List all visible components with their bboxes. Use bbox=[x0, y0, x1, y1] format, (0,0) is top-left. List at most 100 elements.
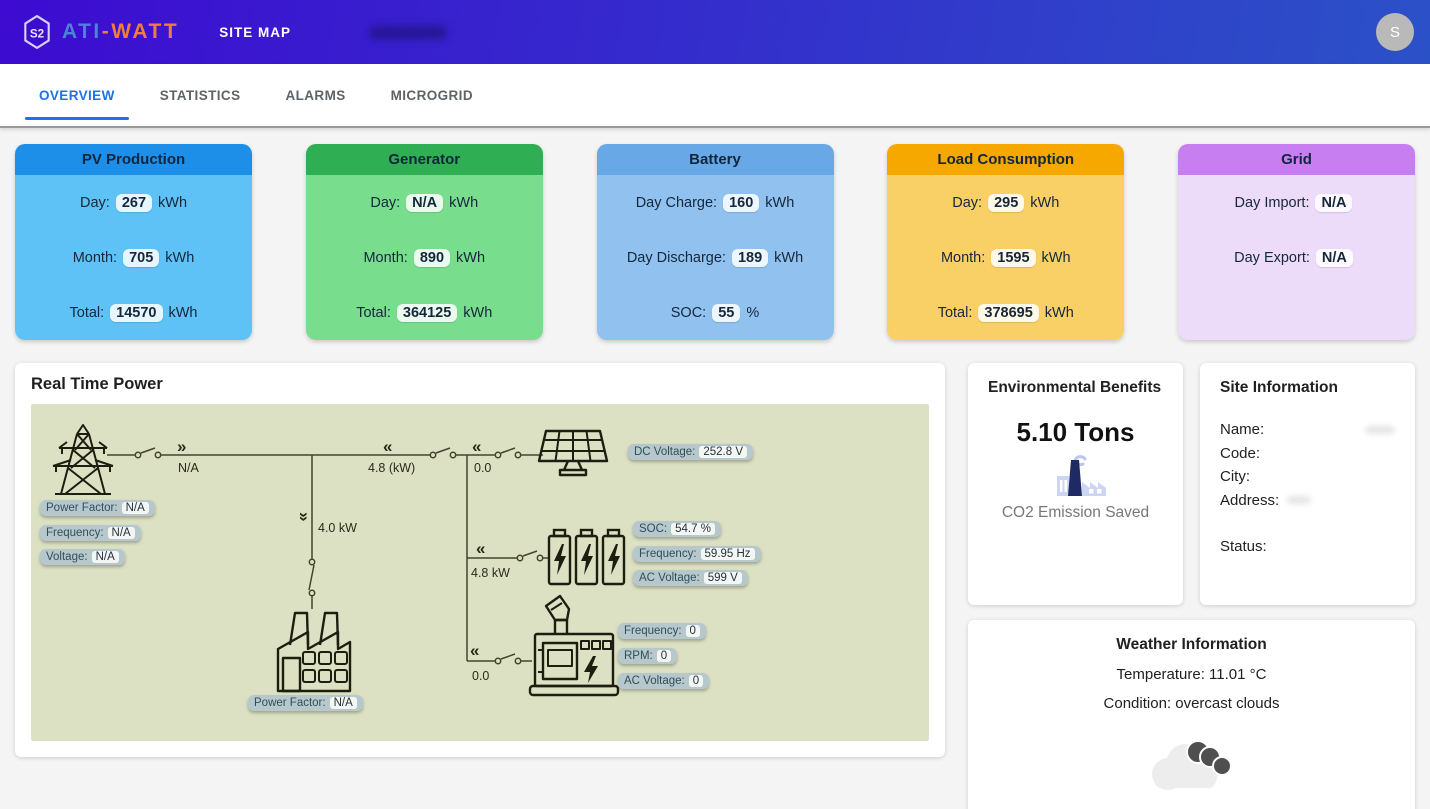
stat-line: Total:378695kWh bbox=[887, 285, 1124, 340]
load-flow-arrow: » bbox=[295, 512, 314, 521]
environmental-benefits-title: Environmental Benefits bbox=[988, 379, 1163, 397]
right-column: Environmental Benefits 5.10 Tons CO2 Emi bbox=[968, 363, 1415, 809]
stat-value: N/A bbox=[1316, 249, 1353, 267]
redacted-value bbox=[1287, 496, 1311, 504]
site-information-card: Site Information Name: Code: City: Addre… bbox=[1200, 363, 1415, 605]
generator-rpm-badge: RPM:0 bbox=[618, 648, 677, 664]
co2-saved-caption: CO2 Emission Saved bbox=[988, 504, 1163, 522]
active-tab-underline bbox=[25, 117, 129, 120]
stat-value: N/A bbox=[1315, 194, 1352, 212]
stat-line: Day:N/AkWh bbox=[306, 175, 543, 230]
brand-name: ATI-WATT bbox=[62, 20, 179, 44]
battery-flow-arrow: « bbox=[476, 539, 485, 558]
stat-value: 189 bbox=[732, 249, 768, 267]
stat-card-row: PV Production Day:267kWh Month:705kWh To… bbox=[15, 144, 1415, 340]
generator-frequency-badge: Frequency:0 bbox=[618, 623, 706, 639]
real-time-power-card: Real Time Power bbox=[15, 363, 945, 757]
site-address-row: Address: bbox=[1220, 489, 1395, 513]
stat-line: Total:364125kWh bbox=[306, 285, 543, 340]
grid-frequency-badge: Frequency:N/A bbox=[40, 525, 141, 541]
hexagon-logo-icon: S2 bbox=[22, 15, 52, 49]
grid-flow-arrow: » bbox=[177, 437, 186, 456]
stat-value: 295 bbox=[988, 194, 1024, 212]
stat-line: Day Charge:160kWh bbox=[597, 175, 834, 230]
bus-flow-value: 4.8 (kW) bbox=[368, 461, 415, 475]
grid-card-title: Grid bbox=[1178, 144, 1415, 175]
grid-card: Grid Day Import:N/A Day Export:N/A bbox=[1178, 144, 1415, 340]
page-title: SITE MAP bbox=[219, 25, 291, 40]
real-time-power-title: Real Time Power bbox=[31, 375, 929, 394]
bus-flow-arrow: « bbox=[383, 437, 392, 456]
generator-icon bbox=[530, 596, 618, 695]
weather-information-title: Weather Information bbox=[984, 636, 1399, 654]
stat-value: 267 bbox=[116, 194, 152, 212]
brand-logo[interactable]: S2 ATI-WATT bbox=[22, 15, 179, 49]
weather-information-card: Weather Information Temperature: 11.01 °… bbox=[968, 620, 1415, 809]
stat-line: Day Discharge:189kWh bbox=[597, 230, 834, 285]
tab-overview-label: OVERVIEW bbox=[39, 88, 115, 103]
site-name-row: Name: bbox=[1220, 418, 1395, 442]
co2-saved-amount: 5.10 Tons bbox=[988, 417, 1163, 448]
tab-statistics[interactable]: STATISTICS bbox=[146, 64, 255, 126]
stat-line: SOC:55% bbox=[597, 285, 834, 340]
load-flow-value: 4.0 kW bbox=[318, 521, 357, 535]
battery-bank-icon bbox=[549, 530, 624, 584]
user-avatar[interactable]: S bbox=[1376, 13, 1414, 51]
pv-production-card-title: PV Production bbox=[15, 144, 252, 175]
grid-flow-value: N/A bbox=[178, 461, 200, 475]
stat-line: Day Import:N/A bbox=[1178, 175, 1415, 230]
pv-flow-arrow: « bbox=[472, 437, 481, 456]
generator-ac-voltage-badge: AC Voltage:0 bbox=[618, 673, 709, 689]
stat-line: Day:267kWh bbox=[15, 175, 252, 230]
site-status-row: Status: bbox=[1220, 535, 1395, 559]
redacted-site-name bbox=[369, 26, 447, 39]
eco-factory-icon bbox=[988, 452, 1163, 500]
stat-value: 890 bbox=[414, 249, 450, 267]
stat-line: Total:14570kWh bbox=[15, 285, 252, 340]
stat-value: 55 bbox=[712, 304, 740, 322]
stat-line: Day:295kWh bbox=[887, 175, 1124, 230]
load-consumption-card-title: Load Consumption bbox=[887, 144, 1124, 175]
brand-ati: ATI bbox=[62, 20, 102, 43]
generator-card: Generator Day:N/AkWh Month:890kWh Total:… bbox=[306, 144, 543, 340]
stat-value: 1595 bbox=[991, 249, 1035, 267]
topbar: S2 ATI-WATT SITE MAP S bbox=[0, 0, 1430, 64]
stat-value: 160 bbox=[723, 194, 759, 212]
site-information-title: Site Information bbox=[1220, 379, 1395, 397]
generator-flow-value: 0.0 bbox=[472, 669, 489, 683]
tab-microgrid-label: MICROGRID bbox=[391, 88, 473, 103]
tab-overview[interactable]: OVERVIEW bbox=[25, 64, 129, 126]
weather-condition: Condition: overcast clouds bbox=[984, 695, 1399, 712]
site-city-row: City: bbox=[1220, 465, 1395, 489]
tab-alarms[interactable]: ALARMS bbox=[271, 64, 359, 126]
stat-line: Day Export:N/A bbox=[1178, 230, 1415, 285]
pv-production-card: PV Production Day:267kWh Month:705kWh To… bbox=[15, 144, 252, 340]
weather-temperature: Temperature: 11.01 °C bbox=[984, 666, 1399, 683]
stat-line: Month:1595kWh bbox=[887, 230, 1124, 285]
single-line-diagram: » N/A « 4.8 (kW) « 0.0 » 4.0 kW « 4.8 kW… bbox=[31, 404, 929, 741]
solar-panel-icon bbox=[539, 431, 607, 475]
main-content: Real Time Power bbox=[15, 363, 1415, 809]
grid-voltage-badge: Voltage:N/A bbox=[40, 549, 125, 565]
pv-flow-value: 0.0 bbox=[474, 461, 491, 475]
load-power-factor-badge: Power Factor:N/A bbox=[248, 695, 363, 711]
environmental-benefits-card: Environmental Benefits 5.10 Tons CO2 Emi bbox=[968, 363, 1183, 605]
factory-load-icon bbox=[278, 613, 350, 691]
battery-card-title: Battery bbox=[597, 144, 834, 175]
generator-card-title: Generator bbox=[306, 144, 543, 175]
battery-frequency-badge: Frequency:59.95 Hz bbox=[633, 546, 761, 562]
pv-dc-voltage-badge: DC Voltage:252.8 V bbox=[628, 444, 753, 460]
stat-value: 378695 bbox=[978, 304, 1038, 322]
tab-microgrid[interactable]: MICROGRID bbox=[377, 64, 487, 126]
redacted-value bbox=[1365, 426, 1395, 434]
tab-alarms-label: ALARMS bbox=[285, 88, 345, 103]
battery-soc-badge: SOC:54.7 % bbox=[633, 521, 721, 537]
logo-text: S2 bbox=[30, 27, 45, 40]
stat-value: 705 bbox=[123, 249, 159, 267]
stat-line: Month:890kWh bbox=[306, 230, 543, 285]
tab-statistics-label: STATISTICS bbox=[160, 88, 241, 103]
power-flow-diagram: » N/A « 4.8 (kW) « 0.0 » 4.0 kW « 4.8 kW… bbox=[31, 404, 929, 741]
stat-line: Month:705kWh bbox=[15, 230, 252, 285]
load-consumption-card: Load Consumption Day:295kWh Month:1595kW… bbox=[887, 144, 1124, 340]
overcast-clouds-icon bbox=[984, 730, 1399, 800]
